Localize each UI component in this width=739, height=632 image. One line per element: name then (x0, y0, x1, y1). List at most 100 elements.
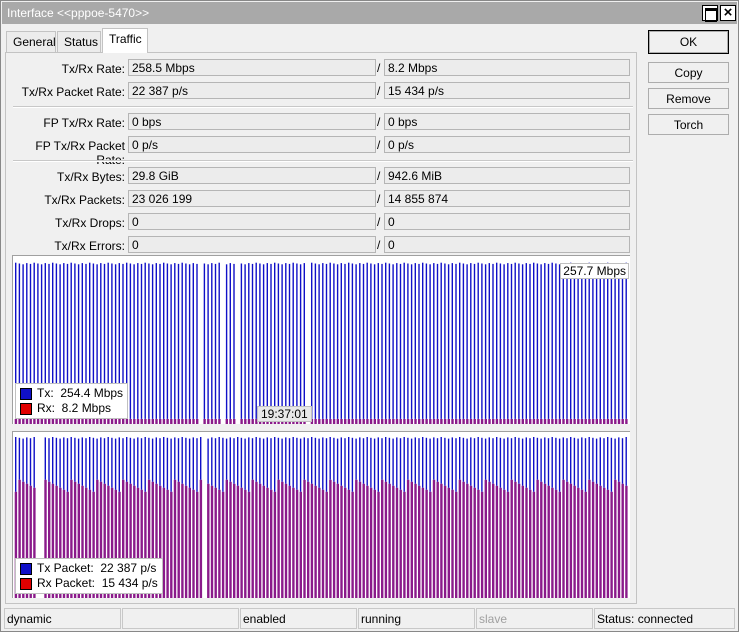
tx-bytes-field[interactable]: 29.8 GiB (128, 167, 376, 184)
rx-packets-field[interactable]: 14 855 874 (384, 190, 630, 207)
tx-bar (348, 437, 350, 490)
tx-packets-field[interactable]: 23 026 199 (128, 190, 376, 207)
rx-bar (440, 419, 443, 424)
tx-rate-field[interactable]: 258.5 Mbps (128, 59, 376, 76)
rx-bar (373, 489, 376, 598)
tx-bar (429, 264, 431, 419)
tx-bar (114, 438, 117, 490)
fp-rx-rate-field[interactable]: 0 bps (384, 113, 630, 130)
rx-bar (429, 491, 432, 598)
tx-bar (96, 438, 98, 480)
close-icon[interactable]: × (720, 4, 736, 21)
rx-bar (233, 483, 236, 598)
rx-packet-rate-field[interactable]: 15 434 p/s (384, 82, 630, 99)
title-bar[interactable]: Interface <<pppoe-5470>> × (2, 2, 737, 24)
traffic-rate-graph: 257.7 Mbps 19:37:01 Tx: 254.4 Mbps Rx: 8… (12, 255, 630, 424)
tx-bar (74, 437, 76, 482)
tx-bar (588, 437, 590, 480)
tx-bar (107, 437, 109, 486)
rx-bar (207, 483, 210, 598)
tx-bar (507, 437, 509, 492)
rx-bar (595, 483, 598, 598)
tx-bar (70, 437, 72, 480)
tx-bar (377, 263, 379, 419)
rx-bar (125, 419, 129, 424)
tx-bar (558, 438, 561, 492)
tx-bar (318, 438, 320, 488)
tx-bar (407, 263, 409, 419)
rx-bar (425, 419, 428, 424)
tx-bar (170, 264, 172, 419)
tx-bar (281, 264, 283, 419)
tx-bar (48, 438, 50, 482)
fp-rx-packet-rate-field[interactable]: 0 p/s (384, 136, 630, 153)
tab-general[interactable]: General (6, 31, 56, 52)
rx-bar (184, 485, 188, 598)
rx-bar (392, 485, 395, 598)
rx-bar (258, 483, 262, 598)
rx-bar (536, 479, 539, 598)
legend-rx-packet-value: 15 434 p/s (101, 576, 158, 590)
maximize-icon[interactable] (702, 5, 718, 22)
rx-bar (362, 483, 365, 598)
rx-errors-field[interactable]: 0 (384, 236, 630, 253)
tx-bar (603, 438, 605, 488)
tx-bar (140, 438, 143, 490)
rx-bar (436, 481, 439, 598)
tx-bar (329, 262, 331, 419)
txrx-bytes-label: Tx/Rx Bytes: (56, 170, 125, 184)
tx-bar (222, 437, 224, 492)
fp-tx-rate-field[interactable]: 0 bps (128, 113, 376, 130)
tx-bar (444, 263, 446, 419)
tx-bar (129, 263, 132, 419)
tx-bar (285, 263, 287, 419)
separator-slash: / (377, 84, 381, 98)
tx-bar (577, 438, 579, 488)
rx-bar (221, 491, 225, 598)
tab-status[interactable]: Status (57, 31, 101, 52)
tx-drops-field[interactable]: 0 (128, 213, 376, 230)
rx-bar (51, 419, 55, 424)
tx-bar (510, 438, 513, 480)
rx-rate-field[interactable]: 8.2 Mbps (384, 59, 630, 76)
rx-bar (214, 419, 217, 424)
copy-button[interactable]: Copy (648, 62, 729, 83)
tx-bar (307, 438, 309, 482)
tx-bar (129, 437, 132, 484)
fp-tx-packet-rate-field[interactable]: 0 p/s (128, 136, 376, 153)
tx-bar (436, 263, 439, 419)
packet-legend: Tx Packet: 22 387 p/s Rx Packet: 15 434 … (15, 558, 163, 594)
rx-bytes-field[interactable]: 942.6 MiB (384, 167, 630, 184)
rx-bar (314, 419, 317, 424)
rx-bar (580, 489, 584, 598)
remove-button[interactable]: Remove (648, 88, 729, 109)
rx-bar (492, 419, 495, 424)
rx-drops-field[interactable]: 0 (384, 213, 630, 230)
rx-bar (514, 481, 517, 598)
rx-bar (140, 419, 143, 424)
rx-bar (292, 487, 295, 598)
legend-rx-packet-label: Rx Packet: (37, 576, 96, 590)
rx-bar (166, 489, 169, 598)
rx-bar (447, 487, 450, 598)
tx-bar (621, 438, 624, 484)
tx-bar (447, 264, 450, 419)
rx-bar (566, 419, 569, 424)
ok-button[interactable]: OK (648, 30, 729, 54)
tx-bar (277, 263, 280, 419)
rx-bar (340, 419, 343, 424)
tx-errors-field[interactable]: 0 (128, 236, 376, 253)
tx-bar (277, 437, 280, 480)
tx-bar (170, 438, 172, 492)
tx-bar (451, 263, 453, 419)
torch-button[interactable]: Torch (648, 114, 729, 135)
tx-bar (529, 438, 531, 490)
tab-traffic[interactable]: Traffic (102, 28, 148, 53)
rx-bar (410, 419, 413, 424)
tx-bar (607, 437, 609, 490)
tx-packet-rate-field[interactable]: 22 387 p/s (128, 82, 376, 99)
separator-slash: / (377, 138, 381, 152)
rx-bar (466, 419, 469, 424)
tx-bar (166, 437, 169, 490)
rx-bar (207, 419, 210, 424)
